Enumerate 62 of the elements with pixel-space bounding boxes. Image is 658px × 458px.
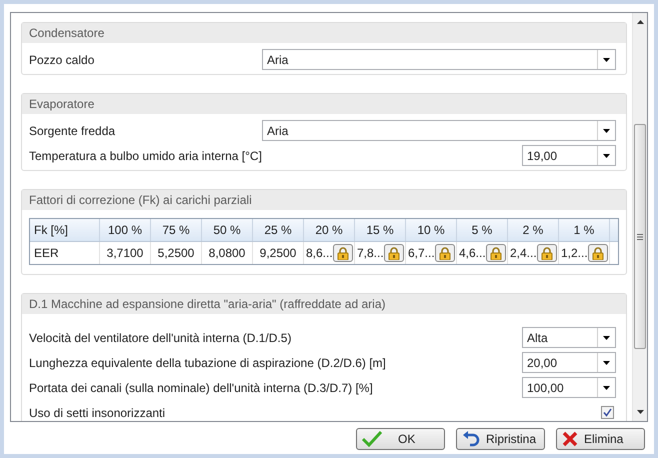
locked-padlock-button[interactable]	[536, 244, 557, 262]
field-label: Sorgente fredda	[29, 122, 116, 140]
column-header: 50 %	[202, 219, 253, 241]
checkmark-icon	[362, 431, 382, 447]
undo-arrow-icon	[462, 431, 480, 447]
scroll-up-arrow-icon[interactable]	[636, 20, 644, 24]
column-header: 25 %	[253, 219, 304, 241]
column-header: 5 %	[457, 219, 508, 241]
cross-icon	[562, 431, 578, 447]
table-cell-text: 4,6...	[459, 245, 486, 262]
dialog-button[interactable]: Elimina	[556, 428, 645, 450]
table-cell-text: 7,8...	[357, 245, 384, 262]
scrollbar-thumb[interactable]	[634, 124, 646, 349]
field-label: Lunghezza equivalente della tubazione di aspirazione (D.2/D.6) [m]	[29, 354, 386, 372]
table-cell-text: 2,4...	[510, 245, 537, 262]
dropdown[interactable]: 19,00	[522, 145, 616, 166]
column-header: Fk [%]	[30, 219, 100, 241]
locked-padlock-button[interactable]	[384, 244, 404, 262]
column-header: 10 %	[406, 219, 457, 241]
table-cell-text: 8,0800	[208, 245, 246, 262]
table-cell-text: 9,2500	[258, 245, 298, 262]
column-header: 2 %	[508, 219, 559, 241]
dropdown[interactable]: Alta	[522, 327, 616, 348]
column-header: 75 %	[151, 219, 202, 241]
locked-padlock-button[interactable]	[588, 244, 608, 262]
scroll-down-arrow-icon[interactable]	[636, 410, 644, 414]
section-title: D.1 Macchine ad espansione diretta "aria-aria" (raffreddate ad aria)	[29, 296, 386, 313]
scrollbar[interactable]	[632, 13, 647, 421]
section-title: Evaporatore	[29, 96, 94, 113]
section-title: Condensatore	[29, 25, 104, 42]
dropdown-arrow-icon	[603, 386, 610, 390]
column-header: 100 %	[100, 219, 151, 241]
field-label: Uso di setti insonorizzanti	[29, 404, 166, 421]
table-cell-text: 6,7...	[408, 245, 435, 262]
field-label: Pozzo caldo	[29, 52, 94, 68]
column-header: 20 %	[304, 219, 355, 241]
dialog-button[interactable]: OK	[356, 428, 445, 450]
dropdown-arrow-icon	[603, 58, 610, 62]
dropdown-arrow-icon	[603, 360, 610, 364]
locked-padlock-button[interactable]	[486, 244, 506, 262]
dropdown[interactable]: 100,00	[522, 377, 616, 398]
locked-padlock-button[interactable]	[332, 244, 353, 262]
checkbox[interactable]	[601, 406, 614, 419]
dialog-button[interactable]: Ripristina	[456, 428, 545, 450]
section-title: Fattori di correzione (Fk) ai carichi parziali	[29, 192, 252, 209]
field-label: Temperatura a bulbo umido aria interna [°C]	[29, 148, 262, 164]
dropdown[interactable]: Aria	[262, 120, 616, 141]
dropdown-arrow-icon	[603, 154, 610, 158]
dropdown[interactable]: Aria	[262, 49, 616, 70]
table-cell-text: 1,2...	[561, 245, 588, 262]
table-cell-text: 8,6...	[306, 245, 333, 262]
field-label: Portata dei canali (sulla nominale) dell'unità interna (D.3/D.7) [%]	[29, 380, 373, 396]
table-cell-text: 5,2500	[156, 245, 196, 262]
locked-padlock-button[interactable]	[434, 244, 455, 262]
column-header: 15 %	[355, 219, 406, 241]
column-header: 1 %	[559, 219, 610, 241]
dropdown[interactable]: 20,00	[522, 352, 616, 373]
field-label: Velocità del ventilatore dell'unità interna (D.1/D.5)	[29, 330, 292, 346]
table-cell-text: 3,7100	[106, 245, 144, 262]
dropdown-arrow-icon	[603, 128, 610, 132]
dropdown-arrow-icon	[603, 336, 610, 340]
table-cell: EER	[30, 242, 100, 264]
